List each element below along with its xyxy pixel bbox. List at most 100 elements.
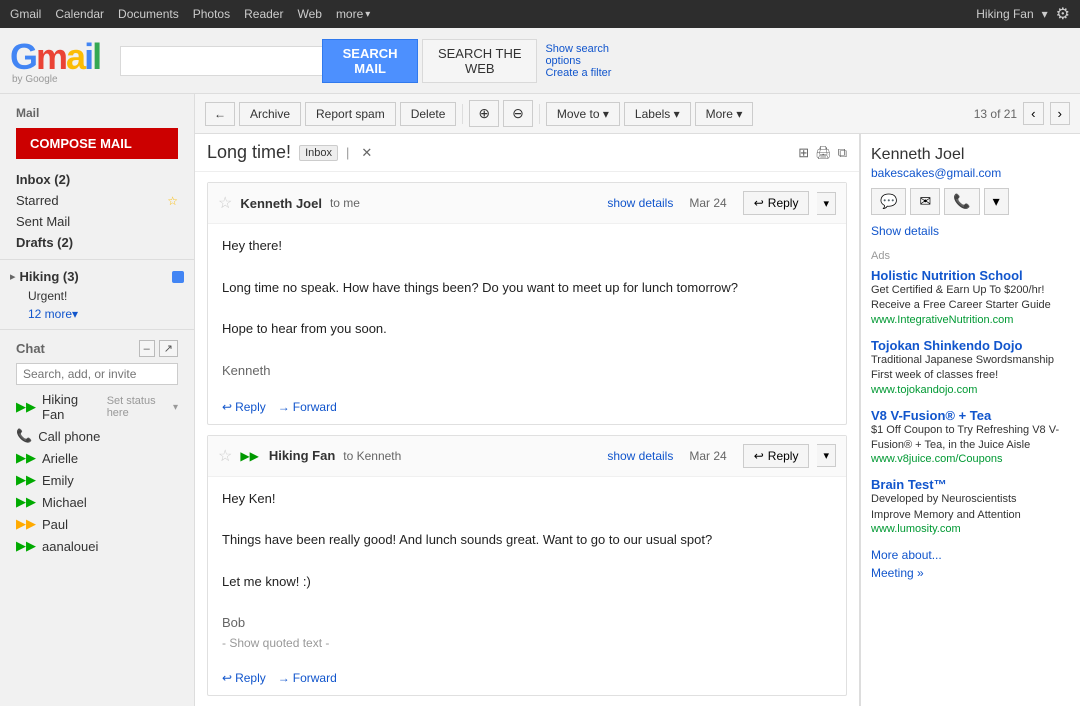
new-window-icon[interactable]: ⧉ [838, 145, 847, 161]
label-button[interactable]: ⊖ [503, 100, 533, 127]
show-details-msg1[interactable]: show details [607, 196, 673, 210]
ad-title-4[interactable]: Brain Test™ [871, 477, 1070, 492]
back-button[interactable]: ← [205, 102, 235, 126]
report-spam-button[interactable]: Report spam [305, 102, 396, 126]
chat-search-input[interactable] [16, 363, 178, 385]
video-icon-hikingfan: ▶▶ [16, 399, 36, 415]
ad-body-3: $1 Off Coupon to Try Refreshing V8 V-Fus… [871, 423, 1070, 454]
close-thread-icon[interactable]: ✕ [361, 145, 372, 161]
chat-minus-button[interactable]: – [139, 340, 155, 357]
thread-label-separator: | [346, 145, 349, 160]
compose-mail-button[interactable]: COMPOSE MAIL [16, 128, 178, 159]
reply-dropdown-msg1[interactable]: ▾ [817, 192, 836, 215]
contact-action-buttons: 💬 ✉ 📞 ▾ [871, 188, 1070, 215]
sidebar-item-inbox[interactable]: Inbox (2) [0, 169, 194, 190]
chat-person-paul[interactable]: ▶▶ Paul [0, 513, 194, 535]
more-about-meeting-link[interactable]: Meeting » [871, 566, 1070, 580]
chat-name-paul: Paul [42, 517, 68, 532]
reply-label-msg2: Reply [768, 449, 799, 463]
ad-body-2: Traditional Japanese Swordsmanship First… [871, 353, 1070, 384]
toolbar-separator-1 [462, 104, 463, 124]
ad-url-3[interactable]: www.v8juice.com/Coupons [871, 453, 1070, 465]
sidebar-item-sent[interactable]: Sent Mail [0, 211, 194, 232]
show-search-options-link[interactable]: Show search options [545, 43, 620, 67]
video-icon-emily: ▶▶ [16, 472, 36, 488]
sidebar-item-drafts[interactable]: Drafts (2) [0, 232, 194, 253]
hiking-fan-video-icon: ▶▶ [240, 449, 258, 463]
email-toolbar: ← Archive Report spam Delete ⊕ ⊖ Move to… [195, 94, 1080, 134]
reply-link-msg1[interactable]: ↩ Reply [222, 400, 266, 414]
sidebar-subitem-urgent[interactable]: Urgent! [0, 287, 194, 305]
hiking-group-label: Hiking (3) [20, 269, 79, 284]
drafts-label: Drafts (2) [16, 235, 178, 250]
email-header-2: ☆ ▶▶ Hiking Fan to Kenneth show details … [208, 436, 846, 477]
reply-button-msg1[interactable]: ↩ Reply [743, 191, 810, 215]
ad-url-2[interactable]: www.tojokandojo.com [871, 384, 1070, 396]
ad-title-1[interactable]: Holistic Nutrition School [871, 268, 1070, 283]
sidebar-item-starred[interactable]: Starred ☆ [0, 190, 194, 211]
reply-dropdown-msg2[interactable]: ▾ [817, 444, 836, 467]
chat-person-aanalouei[interactable]: ▶▶ aanalouei [0, 535, 194, 557]
next-page-button[interactable]: › [1050, 102, 1070, 125]
print-icon[interactable]: 🖨 [815, 145, 832, 161]
ad-url-4[interactable]: www.lumosity.com [871, 523, 1070, 535]
create-filter-link[interactable]: Create a filter [545, 67, 620, 79]
labels-button[interactable]: Labels ▾ [624, 102, 691, 126]
prev-page-button[interactable]: ‹ [1023, 102, 1043, 125]
sidebar-group-hiking[interactable]: ▸ Hiking (3) [0, 266, 194, 287]
move-to-button[interactable]: Move to ▾ [546, 102, 620, 126]
ad-title-2[interactable]: Tojokan Shinkendo Dojo [871, 338, 1070, 353]
more-button[interactable]: More ▾ [695, 102, 754, 126]
delete-button[interactable]: Delete [400, 102, 457, 126]
contact-more-button[interactable]: ▾ [984, 188, 1009, 215]
contact-phone-button[interactable]: 📞 [944, 188, 979, 215]
forward-text: Forward [293, 400, 337, 414]
archive-button[interactable]: Archive [239, 102, 301, 126]
chat-name-aanalouei: aanalouei [42, 539, 98, 554]
sidebar-divider [0, 259, 194, 260]
search-mail-button[interactable]: SEARCH MAIL [322, 39, 418, 83]
chat-person-emily[interactable]: ▶▶ Emily [0, 469, 194, 491]
ad-title-3[interactable]: V8 V-Fusion® + Tea [871, 408, 1070, 423]
topbar-reader[interactable]: Reader [244, 7, 283, 21]
contact-chat-button[interactable]: 💬 [871, 188, 906, 215]
reply-link-msg2[interactable]: ↩ Reply [222, 671, 266, 685]
email-actions-1: ↩ Reply → Forward [208, 394, 846, 424]
show-quoted-text[interactable]: - Show quoted text - [222, 634, 832, 653]
topbar-gmail[interactable]: Gmail [10, 7, 41, 21]
reply-button-msg2[interactable]: ↩ Reply [743, 444, 810, 468]
star-msg2[interactable]: ☆ [218, 446, 232, 466]
topbar-documents[interactable]: Documents [118, 7, 179, 21]
contact-email[interactable]: bakescakes@gmail.com [871, 166, 1070, 180]
inbox-label-badge[interactable]: Inbox [299, 145, 338, 161]
ad-url-1[interactable]: www.IntegrativeNutrition.com [871, 314, 1070, 326]
show-contact-details-link[interactable]: Show details [871, 224, 939, 238]
topbar-user-chevron[interactable]: ▾ [1042, 7, 1048, 21]
chat-person-callphone[interactable]: 📞 Call phone [0, 425, 194, 447]
topbar-calendar[interactable]: Calendar [55, 7, 104, 21]
chat-person-hikingfan[interactable]: ▶▶ Hiking Fan Set status here ▾ [0, 389, 194, 425]
chat-person-arielle[interactable]: ▶▶ Arielle [0, 447, 194, 469]
expand-all-icon[interactable]: ⊞ [798, 145, 809, 161]
ad-item-3: V8 V-Fusion® + Tea $1 Off Coupon to Try … [871, 408, 1070, 466]
contact-email-button[interactable]: ✉ [910, 188, 940, 215]
logo-l: l [92, 36, 100, 77]
reply-arrow-icon-2: ↩ [754, 449, 764, 463]
chat-status-hikingfan: Set status here ▾ [107, 395, 178, 419]
star-msg1[interactable]: ☆ [218, 193, 232, 213]
topbar-more[interactable]: more [336, 7, 370, 21]
forward-link-msg1[interactable]: → Forward [278, 400, 337, 414]
sidebar-more-link[interactable]: 12 more▾ [0, 305, 194, 323]
topbar-username[interactable]: Hiking Fan [976, 7, 1033, 21]
email-header-1: ☆ Kenneth Joel to me show details Mar 24… [208, 183, 846, 224]
topbar-web[interactable]: Web [297, 7, 321, 21]
topbar-photos[interactable]: Photos [193, 7, 230, 21]
forward-link-msg2[interactable]: → Forward [278, 671, 337, 685]
chat-person-michael[interactable]: ▶▶ Michael [0, 491, 194, 513]
search-input[interactable] [120, 46, 322, 76]
show-details-msg2[interactable]: show details [607, 449, 673, 463]
chat-arrow-button[interactable]: ↗ [159, 340, 178, 357]
move-inbox-button[interactable]: ⊕ [469, 100, 499, 127]
search-web-button[interactable]: SEARCH THE WEB [422, 39, 537, 83]
gear-icon[interactable]: ⚙ [1056, 4, 1070, 24]
